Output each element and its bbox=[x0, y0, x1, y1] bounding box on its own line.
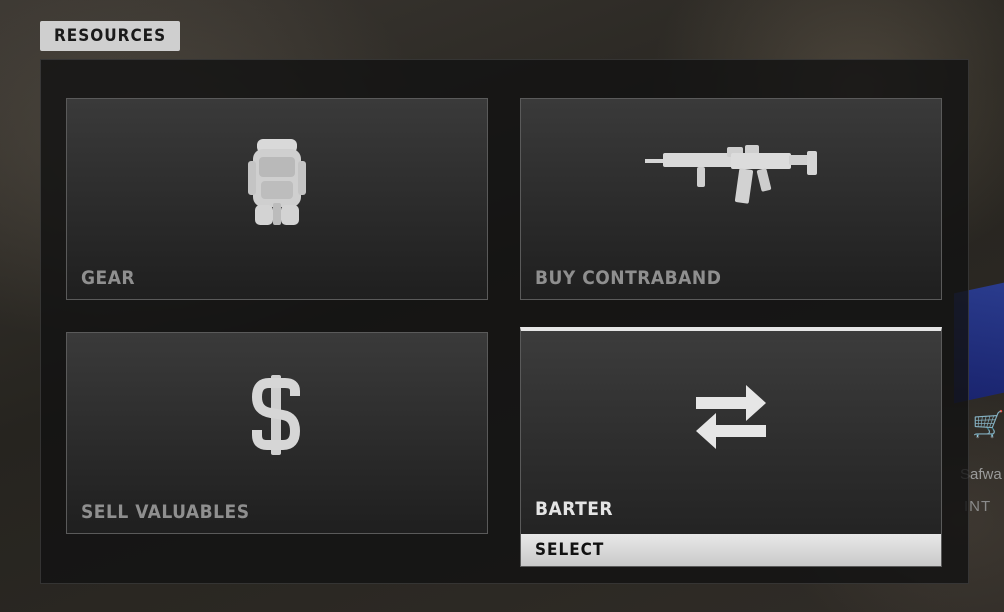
rifle-icon bbox=[641, 139, 821, 219]
cart-icon: 🛒 bbox=[972, 410, 1004, 440]
tile-gear[interactable]: GEAR bbox=[66, 98, 488, 300]
tile-sell-valuables[interactable]: SELL VALUABLES bbox=[66, 332, 488, 534]
tile-buy-contraband-label: BUY CONTRABAND bbox=[535, 267, 722, 289]
tile-sell-valuables-label: SELL VALUABLES bbox=[81, 501, 250, 523]
section-title: RESOURCES bbox=[40, 21, 181, 51]
tile-buy-contraband[interactable]: BUY CONTRABAND bbox=[520, 98, 942, 300]
swap-arrows-icon bbox=[694, 381, 768, 455]
backpack-icon bbox=[245, 133, 309, 233]
dollar-icon bbox=[249, 373, 305, 461]
tile-gear-label: GEAR bbox=[81, 267, 136, 289]
select-button[interactable]: SELECT bbox=[521, 534, 941, 566]
tile-barter-label: BARTER bbox=[535, 498, 614, 520]
tile-barter[interactable]: BARTER SELECT bbox=[520, 327, 942, 567]
